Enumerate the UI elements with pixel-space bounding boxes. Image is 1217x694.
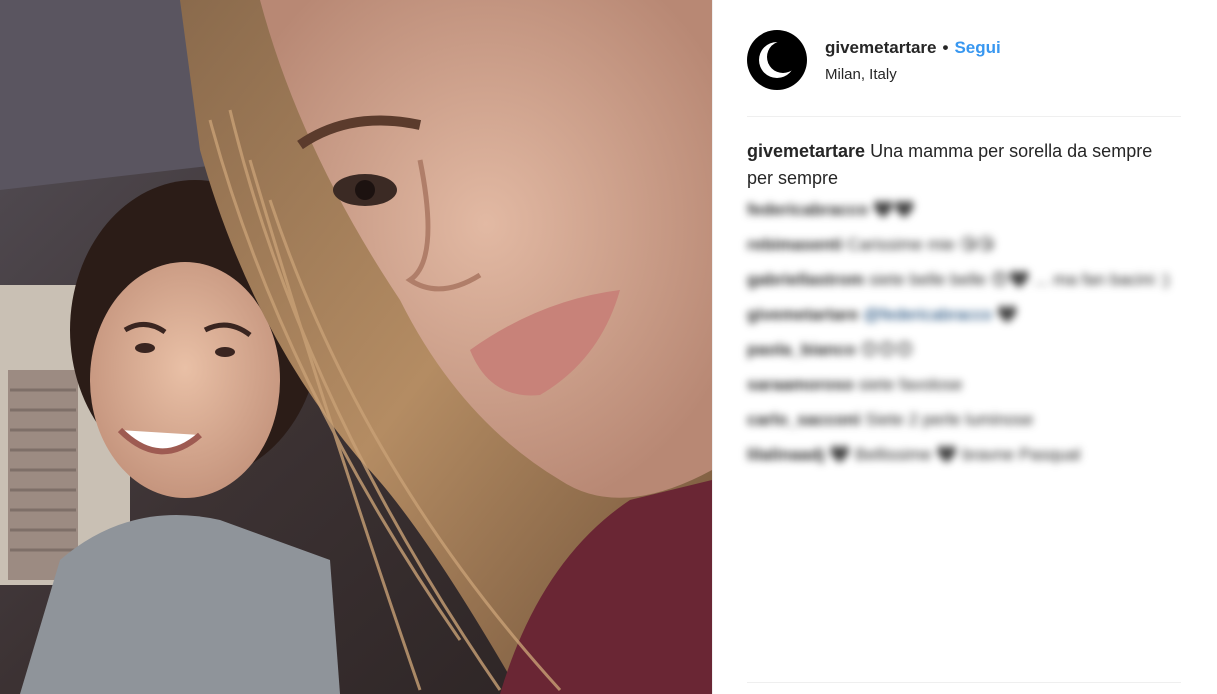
comment-item: rebimasenti Carissime mie 😘😘 [747, 233, 1187, 257]
moon-figure-icon [759, 41, 799, 78]
author-username[interactable]: givemetartare [825, 38, 937, 58]
comment-username[interactable]: paola_bianco [747, 340, 856, 359]
comments-list: federicabracco 🖤🖤 rebimasenti Carissime … [747, 198, 1187, 478]
comment-text: siete favolose [858, 375, 963, 394]
divider [747, 682, 1181, 683]
divider [747, 116, 1181, 117]
comment-text: @federicabracco 🖤 [863, 305, 1018, 324]
post-caption: givemetartare Una mamma per sorella da s… [747, 138, 1167, 192]
comment-text: Siete 2 perle luminose [865, 410, 1034, 429]
comment-username[interactable]: rebimasenti [747, 235, 842, 254]
comment-text: siete belle belle 😍🖤 ... ma fan bacini :… [868, 270, 1170, 289]
comment-text: 🖤🖤 [872, 200, 916, 219]
comment-username[interactable]: givemetartare [747, 305, 859, 324]
comment-item: federicabracco 🖤🖤 [747, 198, 1187, 222]
comment-item: carlo_sacconi Siete 2 perle luminose [747, 408, 1187, 432]
post-side-panel: givemetartare • Segui Milan, Italy givem… [712, 0, 1217, 694]
comment-username[interactable]: gabriellastrom [747, 270, 864, 289]
caption-username[interactable]: givemetartare [747, 141, 865, 161]
follow-button[interactable]: Segui [954, 38, 1000, 58]
comment-username[interactable]: saraamoroso [747, 375, 854, 394]
comment-text: 🖤 Bellissime 🖤 bravne Pasqual [829, 445, 1081, 464]
comment-username[interactable]: federicabracco [747, 200, 868, 219]
comment-item: saraamoroso siete favolose [747, 373, 1187, 397]
post-header: givemetartare • Segui Milan, Italy [747, 28, 1181, 92]
author-info: givemetartare • Segui Milan, Italy [825, 38, 1001, 83]
post-photo[interactable] [0, 0, 712, 694]
comment-username[interactable]: lilalinaadj [747, 445, 824, 464]
avatar[interactable] [747, 30, 807, 90]
comment-text: 😊😊😊 [860, 340, 914, 359]
comment-item: paola_bianco 😊😊😊 [747, 338, 1187, 362]
separator-dot: • [942, 37, 949, 57]
comment-item: gabriellastrom siete belle belle 😍🖤 ... … [747, 268, 1187, 292]
comment-text: Carissime mie 😘😘 [847, 235, 996, 254]
comment-item: lilalinaadj 🖤 Bellissime 🖤 bravne Pasqua… [747, 443, 1187, 467]
selfie-image [0, 0, 712, 694]
comment-item: givemetartare @federicabracco 🖤 [747, 303, 1187, 327]
location-link[interactable]: Milan, Italy [825, 66, 1001, 83]
comment-username[interactable]: carlo_sacconi [747, 410, 860, 429]
